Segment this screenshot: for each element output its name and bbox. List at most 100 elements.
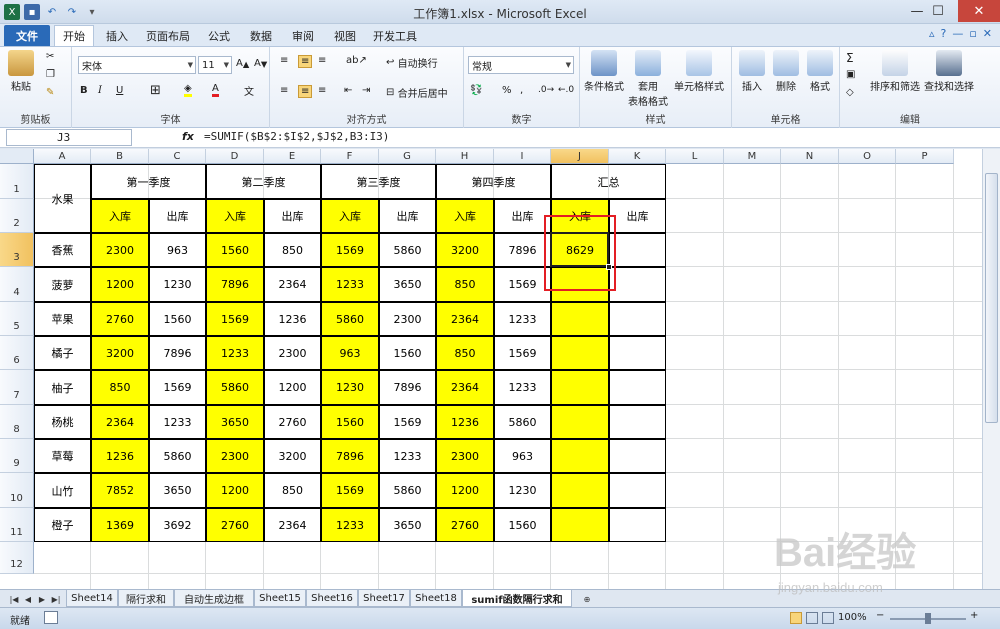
- sheet-tab[interactable]: Sheet14: [66, 590, 118, 607]
- tab-insert[interactable]: 插入: [98, 25, 136, 46]
- column-header-h[interactable]: H: [436, 149, 494, 164]
- normal-view-icon[interactable]: [790, 612, 802, 624]
- out-label-cell[interactable]: 出库: [264, 199, 321, 233]
- tab-developer[interactable]: 开发工具: [368, 25, 422, 46]
- data-cell[interactable]: 1230: [149, 267, 206, 302]
- tab-file[interactable]: 文件: [4, 25, 50, 46]
- data-cell[interactable]: 850: [264, 233, 321, 267]
- first-sheet-icon[interactable]: |◀: [8, 593, 20, 605]
- close-button[interactable]: ✕: [958, 0, 1000, 22]
- total-in-cell[interactable]: [551, 370, 609, 405]
- data-cell[interactable]: 1233: [149, 405, 206, 439]
- data-cell[interactable]: 3200: [264, 439, 321, 473]
- row-header-8[interactable]: 8: [0, 405, 34, 439]
- quarter-header-cell[interactable]: 第二季度: [206, 164, 321, 199]
- conditional-formatting-button[interactable]: 条件格式: [582, 50, 626, 93]
- out-label-cell[interactable]: 出库: [609, 199, 666, 233]
- tab-data[interactable]: 数据: [242, 25, 280, 46]
- total-out-cell[interactable]: [609, 473, 666, 508]
- data-cell[interactable]: 1233: [206, 336, 264, 370]
- column-header-p[interactable]: P: [896, 149, 954, 164]
- fruit-name-cell[interactable]: 橘子: [34, 336, 91, 370]
- decrease-decimal-icon[interactable]: ←.0: [558, 85, 574, 95]
- data-cell[interactable]: 1230: [321, 370, 379, 405]
- tab-formulas[interactable]: 公式: [200, 25, 238, 46]
- total-in-cell[interactable]: [551, 336, 609, 370]
- data-cell[interactable]: 5860: [494, 405, 551, 439]
- sheet-tab[interactable]: Sheet15: [254, 590, 306, 607]
- data-cell[interactable]: 3650: [379, 508, 436, 542]
- row-header-3[interactable]: 3: [0, 233, 34, 267]
- column-header-o[interactable]: O: [839, 149, 896, 164]
- row-header-1[interactable]: 1: [0, 164, 34, 199]
- data-cell[interactable]: 1569: [494, 336, 551, 370]
- last-sheet-icon[interactable]: ▶|: [50, 593, 62, 605]
- data-cell[interactable]: 5860: [149, 439, 206, 473]
- data-cell[interactable]: 1569: [494, 267, 551, 302]
- data-cell[interactable]: 3650: [206, 405, 264, 439]
- data-cell[interactable]: 963: [321, 336, 379, 370]
- quarter-header-cell[interactable]: 第一季度: [91, 164, 206, 199]
- data-cell[interactable]: 7896: [494, 233, 551, 267]
- column-header-c[interactable]: C: [149, 149, 206, 164]
- fruit-name-cell[interactable]: 香蕉: [34, 233, 91, 267]
- data-cell[interactable]: 5860: [206, 370, 264, 405]
- increase-decimal-icon[interactable]: .0→: [538, 85, 554, 95]
- data-cell[interactable]: 963: [149, 233, 206, 267]
- column-header-g[interactable]: G: [379, 149, 436, 164]
- column-header-j[interactable]: J: [551, 149, 609, 164]
- paste-button[interactable]: 粘贴: [8, 50, 34, 93]
- insert-sheet-icon[interactable]: ⊕: [580, 593, 594, 605]
- shrink-font-icon[interactable]: A ▼: [254, 58, 267, 69]
- data-cell[interactable]: 1236: [436, 405, 494, 439]
- align-bottom-icon[interactable]: ≡: [318, 55, 326, 66]
- align-right-icon[interactable]: ≡: [318, 85, 326, 96]
- data-cell[interactable]: 2364: [264, 508, 321, 542]
- data-cell[interactable]: 1569: [321, 473, 379, 508]
- data-cell[interactable]: 1200: [264, 370, 321, 405]
- row-header-5[interactable]: 5: [0, 302, 34, 336]
- column-header-n[interactable]: N: [781, 149, 839, 164]
- column-header-l[interactable]: L: [666, 149, 724, 164]
- out-label-cell[interactable]: 出库: [494, 199, 551, 233]
- data-cell[interactable]: 850: [436, 336, 494, 370]
- in-label-cell[interactable]: 入库: [91, 199, 149, 233]
- prev-sheet-icon[interactable]: ◀: [22, 593, 34, 605]
- row-header-6[interactable]: 6: [0, 336, 34, 370]
- zoom-slider-thumb[interactable]: [925, 613, 931, 624]
- data-cell[interactable]: 7852: [91, 473, 149, 508]
- data-cell[interactable]: 7896: [321, 439, 379, 473]
- find-select-button[interactable]: 查找和选择: [922, 50, 976, 93]
- data-cell[interactable]: 1236: [264, 302, 321, 336]
- doc-minimize-icon[interactable]: —: [952, 27, 963, 40]
- total-in-cell[interactable]: [551, 302, 609, 336]
- data-cell[interactable]: 2364: [91, 405, 149, 439]
- out-label-cell[interactable]: 出库: [379, 199, 436, 233]
- sheet-tab[interactable]: 隔行求和: [118, 590, 174, 607]
- data-cell[interactable]: 1569: [379, 405, 436, 439]
- increase-indent-icon[interactable]: ⇥: [362, 85, 370, 96]
- tab-home[interactable]: 开始: [54, 25, 94, 46]
- fruit-name-cell[interactable]: 草莓: [34, 439, 91, 473]
- number-format-select[interactable]: 常规 ▼: [468, 56, 574, 74]
- column-header-m[interactable]: M: [724, 149, 781, 164]
- data-cell[interactable]: 3650: [379, 267, 436, 302]
- fruit-header-cell[interactable]: 水果: [34, 164, 91, 233]
- align-center-icon[interactable]: ≡: [298, 85, 313, 98]
- total-in-cell[interactable]: [551, 405, 609, 439]
- data-cell[interactable]: 1233: [321, 508, 379, 542]
- data-cell[interactable]: 1560: [494, 508, 551, 542]
- format-as-table-button[interactable]: 套用 表格格式: [626, 50, 670, 108]
- column-header-e[interactable]: E: [264, 149, 321, 164]
- data-cell[interactable]: 7896: [149, 336, 206, 370]
- total-out-cell[interactable]: [609, 302, 666, 336]
- data-cell[interactable]: 3650: [149, 473, 206, 508]
- comma-button[interactable]: ,: [520, 85, 523, 96]
- row-header-2[interactable]: 2: [0, 199, 34, 233]
- data-cell[interactable]: 1200: [206, 473, 264, 508]
- sheet-tab[interactable]: Sheet16: [306, 590, 358, 607]
- total-out-cell[interactable]: [609, 439, 666, 473]
- sheet-tab[interactable]: sumif函数隔行求和: [462, 590, 572, 607]
- column-header-d[interactable]: D: [206, 149, 264, 164]
- data-cell[interactable]: 1560: [321, 405, 379, 439]
